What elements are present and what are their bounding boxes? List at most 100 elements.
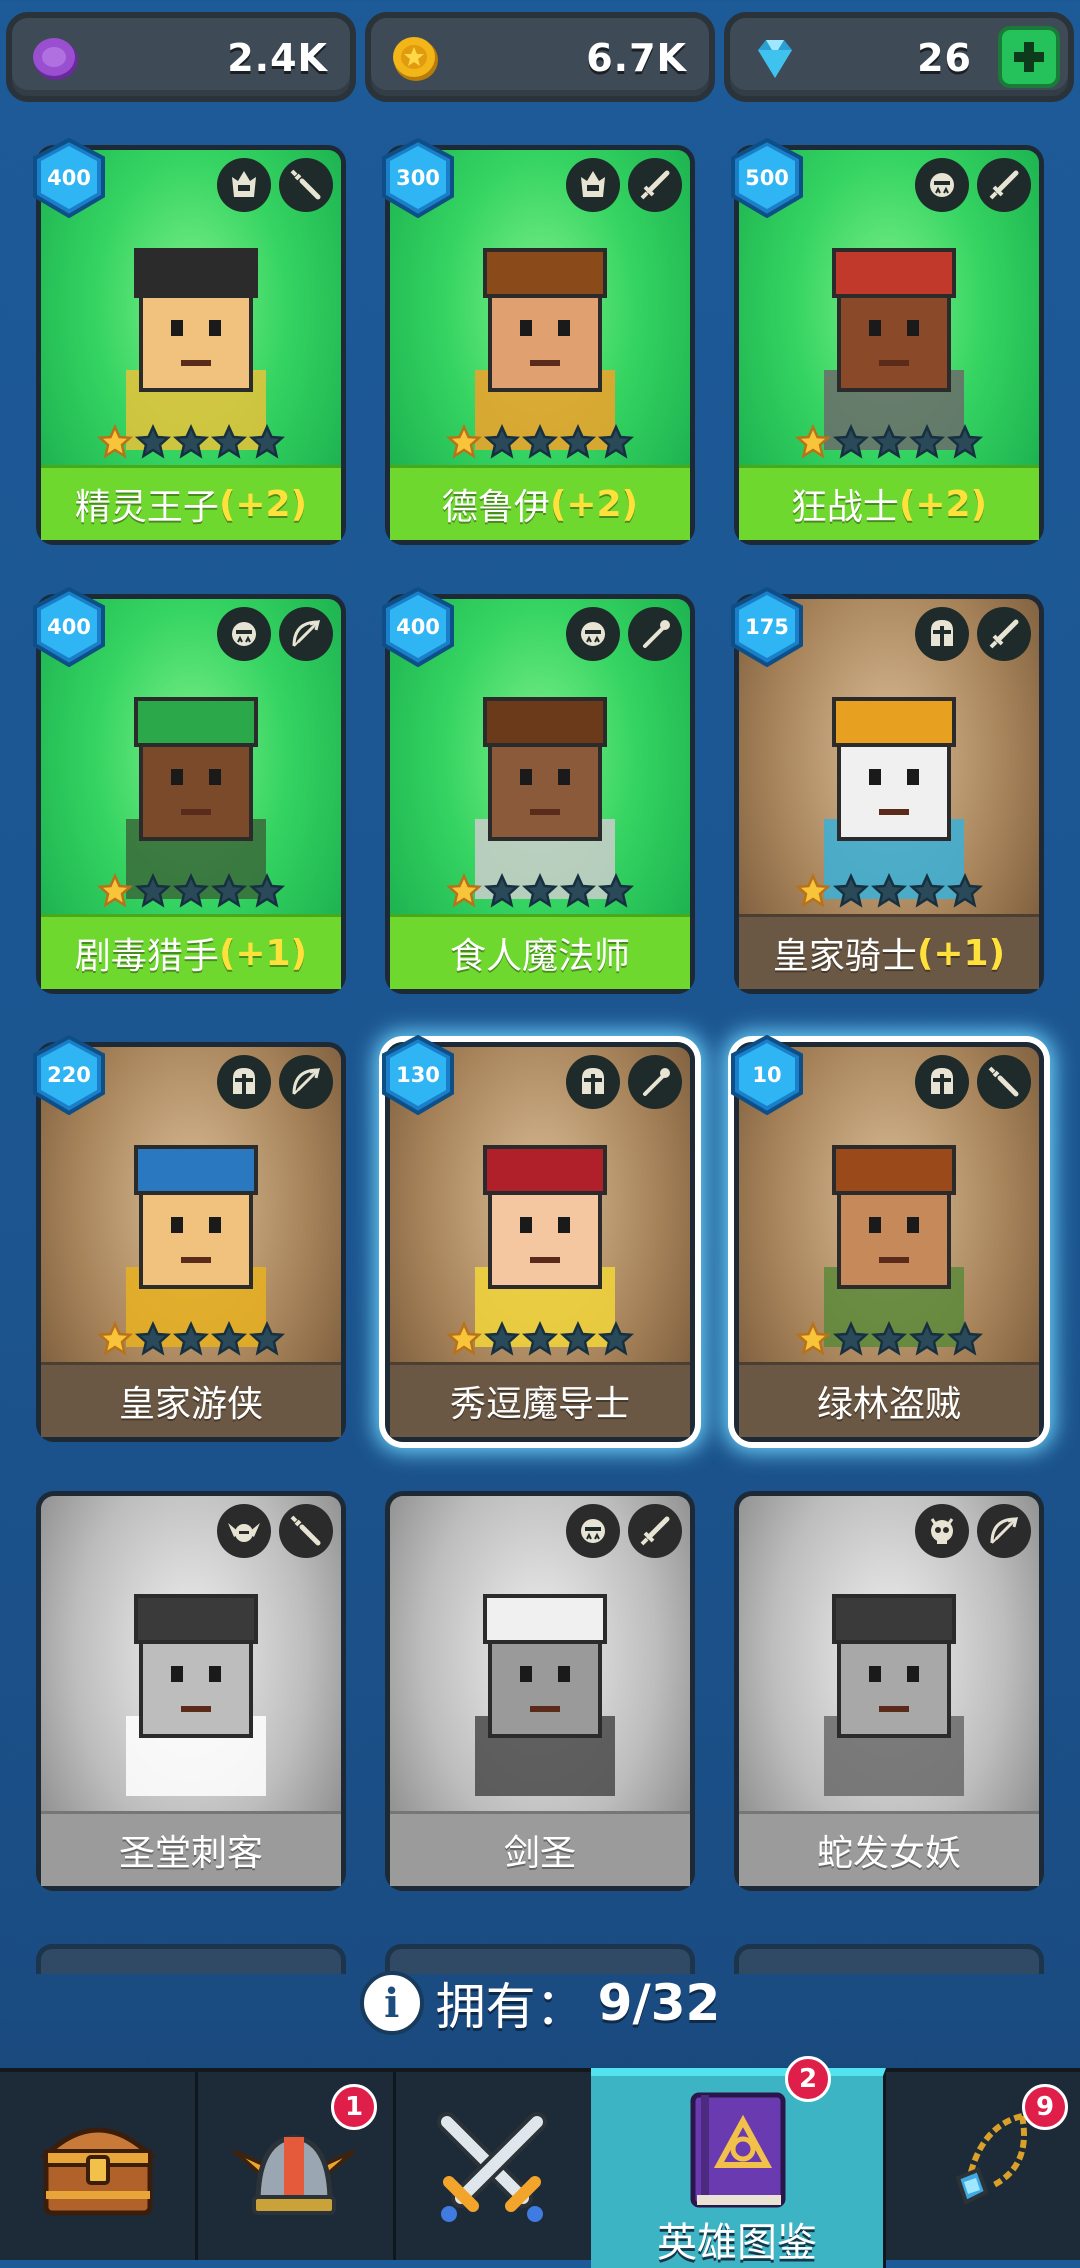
elf-helm-icon: [566, 158, 620, 212]
hero-card[interactable]: 175 皇家骑士 (+1): [731, 587, 1044, 994]
hero-star-rating: [390, 1321, 690, 1357]
nav-collection[interactable]: 英雄图鉴 2: [591, 2056, 886, 2268]
hero-card[interactable]: 10 绿林盗贼: [731, 1035, 1044, 1442]
hero-star-rating: [739, 1321, 1039, 1357]
hero-card[interactable]: 220 皇家游侠: [33, 1035, 346, 1442]
hero-card[interactable]: 蛇发女妖: [734, 1491, 1044, 1891]
sword-icon: [977, 607, 1031, 661]
hero-name: 精灵王子: [74, 487, 219, 528]
hero-name-bar: 剑圣: [390, 1811, 690, 1886]
hero-name-bar: 蛇发女妖: [739, 1811, 1039, 1886]
hero-bonus: (+2): [549, 483, 639, 525]
sword-icon: [628, 1504, 682, 1558]
knight-helm-icon: [217, 1055, 271, 1109]
nav-heroes[interactable]: 1: [195, 2072, 396, 2260]
hero-level-badge: 300: [380, 138, 456, 218]
hero-card[interactable]: 300 德鲁伊 (+2): [382, 138, 695, 545]
hero-level: 500: [745, 166, 789, 190]
hero-star-rating: [739, 424, 1039, 460]
hero-card[interactable]: 400 精灵王子 (+2): [33, 138, 346, 545]
diamond-value: 26: [917, 36, 972, 80]
nav-shop[interactable]: [0, 2072, 198, 2260]
heroes-notification-badge: 1: [331, 2084, 377, 2130]
hero-name-bar: 食人魔法师: [390, 914, 690, 989]
staff-icon: [628, 1055, 682, 1109]
nav-collection-label: 英雄图鉴: [657, 2220, 817, 2266]
diamond-counter[interactable]: 26: [724, 12, 1074, 102]
gold-coin-icon: [393, 37, 438, 81]
purple-gem-value: 2.4K: [227, 36, 328, 80]
orc-helm-icon: [566, 1504, 620, 1558]
hero-level: 175: [745, 615, 789, 639]
hero-star-rating: [739, 873, 1039, 909]
currency-bar: 2.4K 6.7K 26: [0, 0, 1080, 112]
crossed-swords-icon: [437, 2112, 547, 2222]
staff-icon: [628, 607, 682, 661]
owned-counter: i 拥有： 9/32: [0, 1968, 1080, 2038]
sword-icon: [628, 158, 682, 212]
dagger-icon: [977, 1055, 1031, 1109]
diamond-icon: [758, 40, 792, 78]
hero-bonus: (+2): [898, 483, 988, 525]
bottom-nav: 1 英雄图鉴 2 9: [0, 2056, 1080, 2268]
add-diamond-button[interactable]: [998, 26, 1060, 88]
info-icon[interactable]: i: [359, 1971, 424, 2035]
dagger-icon: [279, 1504, 333, 1558]
hero-level: 10: [752, 1063, 782, 1087]
orc-helm-icon: [217, 607, 271, 661]
hero-level-badge: 220: [31, 1035, 107, 1115]
orc-helm-icon: [566, 607, 620, 661]
knight-helm-icon: [915, 1055, 969, 1109]
owned-count: 9/32: [597, 1974, 721, 2032]
skull-helm-icon: [915, 1504, 969, 1558]
hero-name: 皇家游侠: [118, 1384, 263, 1425]
hero-name-bar: 精灵王子 (+2): [41, 465, 341, 540]
bow-icon: [279, 607, 333, 661]
hero-bonus: (+1): [916, 932, 1006, 974]
hero-level: 130: [396, 1063, 440, 1087]
hero-star-rating: [41, 424, 341, 460]
hero-name: 剑圣: [503, 1833, 576, 1874]
hero-card[interactable]: 130 秀逗魔导士: [382, 1035, 695, 1442]
treasure-chest-icon: [39, 2127, 156, 2216]
hero-name-bar: 皇家骑士 (+1): [739, 914, 1039, 989]
hero-star-rating: [41, 1321, 341, 1357]
gold-coin-counter[interactable]: 6.7K: [365, 12, 715, 102]
purple-gem-counter[interactable]: 2.4K: [6, 12, 356, 102]
hero-name-bar: 德鲁伊 (+2): [390, 465, 690, 540]
hero-level: 400: [47, 615, 91, 639]
bow-icon: [279, 1055, 333, 1109]
hero-level-badge: 130: [380, 1035, 456, 1115]
hero-card[interactable]: 400 食人魔法师: [382, 587, 695, 994]
hero-name: 圣堂刺客: [118, 1833, 263, 1874]
hero-level: 400: [47, 166, 91, 190]
hero-name: 德鲁伊: [441, 487, 550, 528]
hero-level: 300: [396, 166, 440, 190]
hero-name-bar: 圣堂刺客: [41, 1811, 341, 1886]
hero-level-badge: 175: [729, 587, 805, 667]
nav-items[interactable]: 9: [883, 2072, 1080, 2260]
collection-notification-badge: 2: [785, 2056, 831, 2102]
hero-star-rating: [390, 424, 690, 460]
bow-icon: [977, 1504, 1031, 1558]
elf-helm-icon: [217, 158, 271, 212]
hero-card[interactable]: 500 狂战士 (+2): [731, 138, 1044, 545]
spellbook-icon: [690, 2092, 786, 2208]
winged-helm-icon: [217, 1504, 271, 1558]
hero-level: 220: [47, 1063, 91, 1087]
hero-bonus: (+1): [218, 932, 308, 974]
hero-card[interactable]: 圣堂刺客: [36, 1491, 346, 1891]
hero-name: 蛇发女妖: [816, 1833, 961, 1874]
nav-battle[interactable]: [393, 2072, 594, 2260]
amulet-icon: [955, 2113, 1027, 2205]
hero-name: 剧毒猎手: [74, 936, 219, 977]
hero-bonus: (+2): [218, 483, 308, 525]
gold-coin-value: 6.7K: [586, 36, 687, 80]
hero-name-bar: 皇家游侠: [41, 1362, 341, 1437]
items-notification-badge: 9: [1022, 2084, 1068, 2130]
hero-name: 食人魔法师: [449, 936, 630, 977]
hero-name-bar: 剧毒猎手 (+1): [41, 914, 341, 989]
hero-card[interactable]: 400 剧毒猎手 (+1): [33, 587, 346, 994]
hero-card[interactable]: 剑圣: [385, 1491, 695, 1891]
hero-name: 皇家骑士: [772, 936, 917, 977]
